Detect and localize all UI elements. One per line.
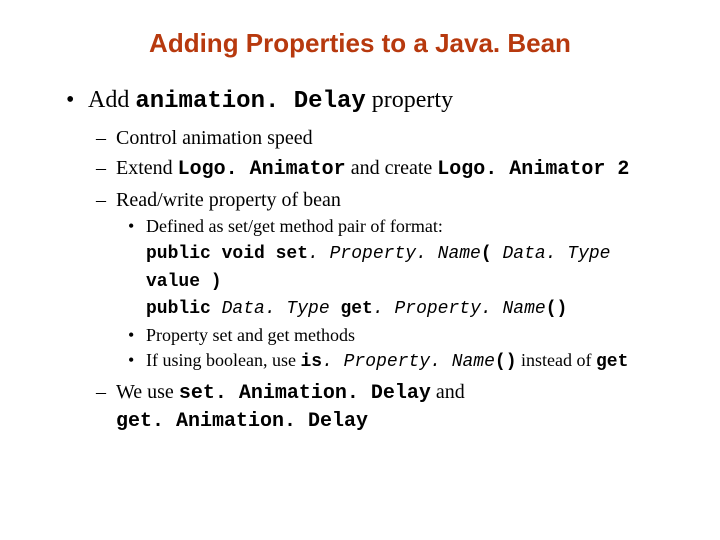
- text: Extend: [116, 157, 178, 179]
- code-line: public void set. Property. Name( Data. T…: [116, 240, 672, 294]
- code: Logo. Animator 2: [437, 158, 629, 181]
- sub-sub-item: If using boolean, use is. Property. Name…: [146, 349, 672, 374]
- code-italic: . Property. Name: [322, 352, 495, 372]
- sub-sub-list: Property set and get methods If using bo…: [116, 324, 672, 375]
- text: If using boolean, use: [146, 350, 300, 370]
- sub-sub-item: Defined as set/get method pair of format…: [146, 215, 672, 238]
- text: We use: [116, 381, 179, 403]
- bullet-item: Add animation. Delay property Control an…: [88, 87, 672, 435]
- code-italic: . Property. Name: [308, 244, 481, 264]
- code: is: [300, 352, 322, 372]
- sub-sub-list: Defined as set/get method pair of format…: [116, 215, 672, 238]
- code: animation. Delay: [135, 88, 365, 115]
- text: Read/write property of bean: [116, 189, 341, 211]
- sub-item: Control animation speed: [116, 125, 672, 151]
- code-italic: Data. Type: [222, 299, 330, 319]
- code-line: public Data. Type get. Property. Name(): [116, 295, 672, 322]
- sub-item: Read/write property of bean Defined as s…: [116, 187, 672, 375]
- text: property: [366, 87, 453, 113]
- code: value ): [146, 272, 222, 292]
- code-italic: Data. Type: [502, 244, 610, 264]
- sub-sub-item: Property set and get methods: [146, 324, 672, 347]
- sub-list: Control animation speed Extend Logo. Ani…: [88, 125, 672, 435]
- code: public: [146, 299, 222, 319]
- code: Logo. Animator: [178, 158, 346, 181]
- text: and: [431, 381, 465, 403]
- code: (): [495, 352, 517, 372]
- code: get: [330, 299, 373, 319]
- text: instead of: [517, 350, 596, 370]
- sub-item: We use set. Animation. Delay and get. An…: [116, 379, 672, 435]
- text: and create: [346, 157, 438, 179]
- sub-item: Extend Logo. Animator and create Logo. A…: [116, 155, 672, 183]
- code-italic: . Property. Name: [373, 299, 546, 319]
- code: set. Animation. Delay: [179, 382, 431, 405]
- slide: Adding Properties to a Java. Bean Add an…: [0, 0, 720, 435]
- code: public void set: [146, 244, 308, 264]
- text: Add: [88, 87, 135, 113]
- code: get. Animation. Delay: [116, 410, 368, 433]
- bullet-list: Add animation. Delay property Control an…: [48, 87, 672, 435]
- code: get: [596, 352, 628, 372]
- code: (: [481, 244, 503, 264]
- slide-title: Adding Properties to a Java. Bean: [48, 28, 672, 59]
- code: (): [546, 299, 568, 319]
